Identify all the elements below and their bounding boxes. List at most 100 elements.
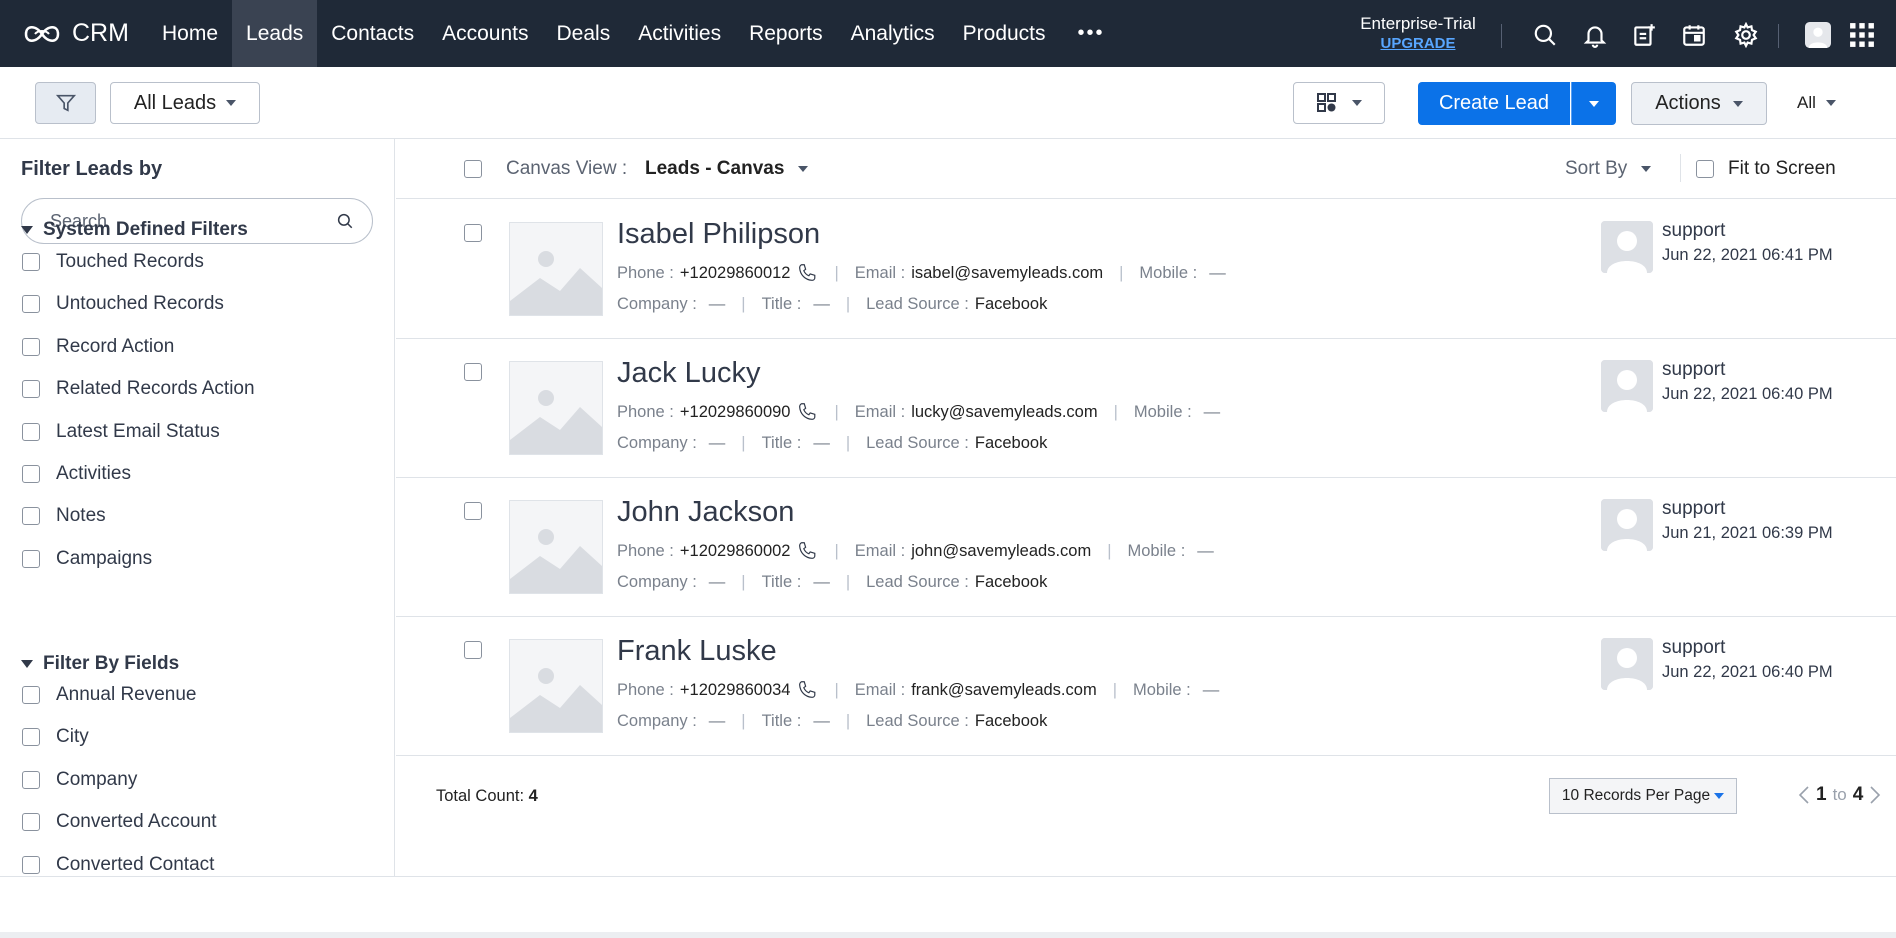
filter-option[interactable]: Campaigns — [22, 548, 152, 570]
filter-checkbox[interactable] — [22, 295, 40, 314]
email-value[interactable]: john@savemyleads.com — [911, 542, 1091, 561]
fit-to-screen-label: Fit to Screen — [1728, 158, 1836, 179]
separator: | — [741, 573, 746, 591]
lead-card[interactable]: Frank Luske Phone : +12029860034 | Email : fr… — [396, 617, 1896, 756]
nav-tab-leads[interactable]: Leads — [232, 0, 318, 67]
owner-name[interactable]: support — [1662, 637, 1725, 659]
lead-name[interactable]: Frank Luske — [617, 635, 777, 668]
phone-icon[interactable] — [796, 401, 818, 423]
apps-grid-icon[interactable] — [1848, 21, 1876, 49]
nav-tab-analytics[interactable]: Analytics — [837, 0, 949, 67]
lead-select-checkbox[interactable] — [464, 641, 482, 659]
lead-card[interactable]: Jack Lucky Phone : +12029860090 | Email : luc… — [396, 339, 1896, 478]
filter-checkbox[interactable] — [22, 549, 40, 568]
nav-tab-products[interactable]: Products — [949, 0, 1060, 67]
filter-checkbox[interactable] — [22, 337, 40, 356]
filter-checkbox[interactable] — [22, 686, 40, 704]
layout-switcher-button[interactable] — [1293, 82, 1385, 124]
mobile-label: Mobile : — [1139, 263, 1198, 282]
create-lead-dropdown-button[interactable] — [1571, 82, 1616, 125]
lead-contact-row: Phone : +12029860090 | Email : lucky@savemyl… — [617, 401, 1220, 423]
fit-to-screen-checkbox[interactable] — [1696, 160, 1714, 178]
filter-option[interactable]: City — [22, 726, 89, 748]
field-filters-header[interactable]: Filter By Fields — [21, 653, 179, 675]
upgrade-link[interactable]: UPGRADE — [1336, 34, 1500, 54]
filter-option[interactable]: Touched Records — [22, 251, 204, 273]
owner-name[interactable]: support — [1662, 498, 1725, 520]
phone-icon[interactable] — [796, 262, 818, 284]
filter-option[interactable]: Record Action — [22, 336, 174, 358]
canvas-view-selector[interactable]: Leads - Canvas — [645, 158, 809, 180]
fit-to-screen-toggle[interactable]: Fit to Screen — [1696, 158, 1836, 180]
filter-option[interactable]: Related Records Action — [22, 378, 255, 400]
nav-tab-reports[interactable]: Reports — [735, 0, 837, 67]
filter-option[interactable]: Converted Account — [22, 811, 217, 833]
avatar[interactable] — [1804, 21, 1832, 49]
filter-option[interactable]: Latest Email Status — [22, 421, 220, 443]
lead-name[interactable]: Isabel Philipson — [617, 218, 820, 251]
filter-checkbox[interactable] — [22, 422, 40, 441]
add-note-icon[interactable] — [1630, 21, 1658, 49]
phone-icon[interactable] — [796, 679, 818, 701]
select-all-checkbox[interactable] — [464, 160, 482, 178]
lead-select-checkbox[interactable] — [464, 502, 482, 520]
mobile-value: — — [1202, 680, 1220, 699]
email-value[interactable]: isabel@savemyleads.com — [911, 264, 1103, 283]
nav-tab-contacts[interactable]: Contacts — [317, 0, 428, 67]
phone-value[interactable]: +12029860090 — [680, 403, 791, 422]
phone-icon[interactable] — [796, 540, 818, 562]
crm-logo[interactable]: CRM — [0, 0, 148, 67]
create-lead-button[interactable]: Create Lead — [1418, 82, 1570, 125]
lead-name[interactable]: Jack Lucky — [617, 357, 760, 390]
email-value[interactable]: frank@savemyleads.com — [911, 681, 1096, 700]
phone-value[interactable]: +12029860002 — [680, 542, 791, 561]
system-filters-header[interactable]: System Defined Filters — [21, 219, 248, 241]
filter-checkbox[interactable] — [22, 465, 40, 483]
filter-checkbox[interactable] — [22, 813, 40, 832]
filter-option[interactable]: Annual Revenue — [22, 684, 197, 706]
filter-option[interactable]: Untouched Records — [22, 293, 224, 315]
search-icon — [337, 213, 353, 229]
lead-select-checkbox[interactable] — [464, 224, 482, 242]
chevron-down-icon — [1732, 100, 1743, 107]
nav-tab-activities[interactable]: Activities — [624, 0, 735, 67]
lead-contact-row: Phone : +12029860002 | Email : john@savemyle… — [617, 540, 1214, 562]
view-selector-button[interactable]: All Leads — [110, 82, 260, 124]
lead-name[interactable]: John Jackson — [617, 496, 794, 529]
filter-checkbox[interactable] — [22, 507, 40, 526]
owner-name[interactable]: support — [1662, 220, 1725, 242]
sort-by-selector[interactable]: Sort By — [1565, 158, 1652, 180]
gear-icon[interactable] — [1732, 21, 1760, 49]
nav-tab-accounts[interactable]: Accounts — [428, 0, 542, 67]
owner-name[interactable]: support — [1662, 359, 1725, 381]
filter-checkbox[interactable] — [22, 855, 40, 874]
nav-tab-deals[interactable]: Deals — [543, 0, 625, 67]
email-value[interactable]: lucky@savemyleads.com — [911, 403, 1097, 422]
scope-selector[interactable]: All — [1797, 93, 1836, 113]
lead-select-checkbox[interactable] — [464, 363, 482, 381]
filter-option[interactable]: Activities — [22, 463, 131, 485]
filter-option-label: Company — [56, 768, 138, 790]
phone-value[interactable]: +12029860034 — [680, 681, 791, 700]
filter-checkbox[interactable] — [22, 380, 40, 399]
filter-toggle-button[interactable] — [35, 82, 96, 124]
more-tabs-icon[interactable]: ••• — [1078, 22, 1105, 45]
filter-option[interactable]: Notes — [22, 505, 106, 527]
calendar-icon[interactable] — [1680, 21, 1708, 49]
records-per-page-select[interactable]: 10 Records Per Page — [1549, 778, 1737, 814]
nav-tab-home[interactable]: Home — [148, 0, 232, 67]
filter-option[interactable]: Converted Contact — [22, 854, 214, 876]
filter-option[interactable]: Company — [22, 769, 137, 791]
chevron-down-icon — [226, 100, 237, 106]
search-icon[interactable] — [1531, 21, 1559, 49]
filter-checkbox[interactable] — [22, 253, 40, 271]
bell-icon[interactable] — [1581, 21, 1609, 49]
chevron-right-icon[interactable] — [1869, 785, 1881, 805]
filter-checkbox[interactable] — [22, 770, 40, 789]
phone-value[interactable]: +12029860012 — [680, 264, 791, 283]
lead-card[interactable]: Isabel Philipson Phone : +12029860012 | Emai… — [396, 200, 1896, 339]
actions-button[interactable]: Actions — [1631, 82, 1767, 125]
filter-checkbox[interactable] — [22, 728, 40, 747]
lead-card[interactable]: John Jackson Phone : +12029860002 | Email :j… — [396, 478, 1896, 617]
chevron-left-icon[interactable] — [1798, 785, 1810, 805]
